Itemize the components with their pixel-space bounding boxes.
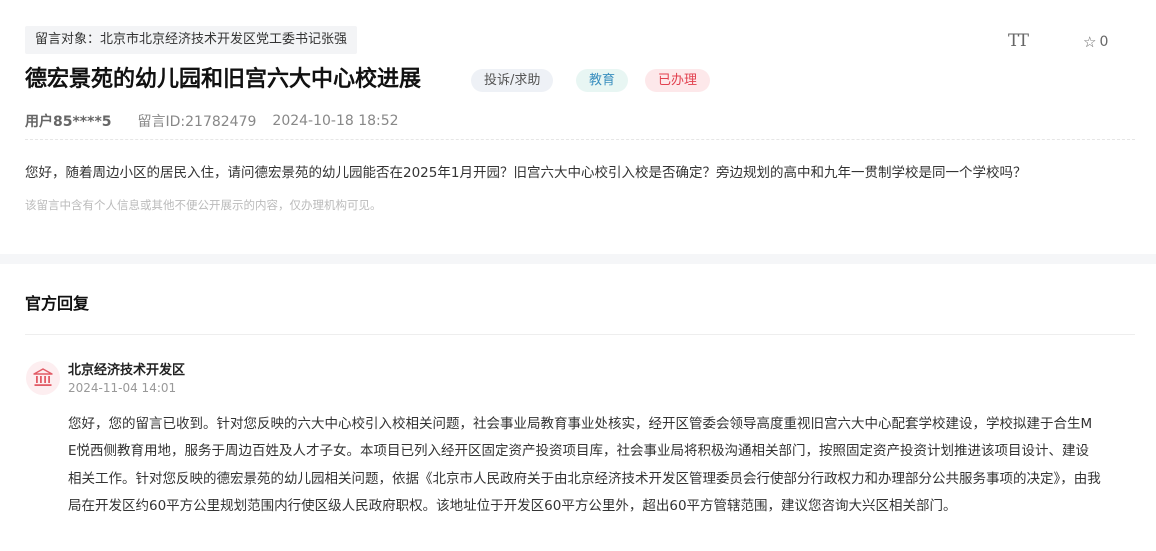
favorite-count: 0 [1099, 34, 1109, 50]
message-content: 您好，随着周边小区的居民入住，请问德宏景苑的幼儿园能否在2025年1月开园？旧宫… [25, 165, 1027, 181]
message-card: 留言对象：北京市北京经济技术开发区党工委书记张强 TT ☆ 0 德宏景苑的幼儿园… [0, 0, 1156, 254]
reply-line: 您好，您的留言已收到。针对您反映的六大中心校引入校相关问题，社会事业局教育事业处… [68, 416, 1093, 432]
font-size-icon[interactable]: TT [1008, 31, 1029, 51]
message-target-label: 留言对象：北京市北京经济技术开发区党工委书记张强 [25, 26, 358, 54]
divider [25, 139, 1135, 140]
message-datetime: 2024-10-18 18:52 [272, 113, 399, 129]
section-separator [0, 254, 1156, 264]
reply-line: 局在开发区约60平方公里规划范围内行使区级人民政府职权。该地址位于开发区60平方… [68, 497, 957, 514]
government-building-icon [33, 368, 53, 386]
message-title: 德宏景苑的幼儿园和旧宫六大中心校进展 [25, 67, 422, 92]
divider [25, 334, 1135, 335]
star-icon: ☆ [1083, 33, 1097, 51]
privacy-note: 该留言中含有个人信息或其他不便公开展示的内容，仅办理机构可见。 [25, 198, 382, 212]
avatar [26, 361, 60, 395]
reply-heading: 官方回复 [25, 294, 90, 313]
user-name: 用户85****5 [25, 114, 112, 130]
category-badge: 投诉/求助 [471, 69, 554, 92]
topic-badge: 教育 [576, 69, 629, 92]
reply-line: E悦西侧教育用地，服务于周边百姓及人才子女。本项目已列入经开区固定资产投资项目库… [68, 443, 1090, 460]
favorite-button[interactable]: ☆ 0 [1083, 33, 1108, 51]
reply-line: 相关工作。针对您反映的德宏景苑的幼儿园相关问题，依据《北京市人民政府关于由北京经… [68, 470, 1101, 487]
reply-org-name: 北京经济技术开发区 [68, 363, 186, 378]
status-badge: 已办理 [645, 69, 711, 92]
message-id: 留言ID:21782479 [137, 114, 257, 130]
reply-datetime: 2024-11-04 14:01 [68, 381, 177, 395]
reply-body: 您好，您的留言已收到。针对您反映的六大中心校引入校相关问题，社会事业局教育事业处… [68, 411, 1136, 520]
message-meta: 用户85****5 留言ID:21782479 2024-10-18 18:52 [25, 111, 399, 131]
